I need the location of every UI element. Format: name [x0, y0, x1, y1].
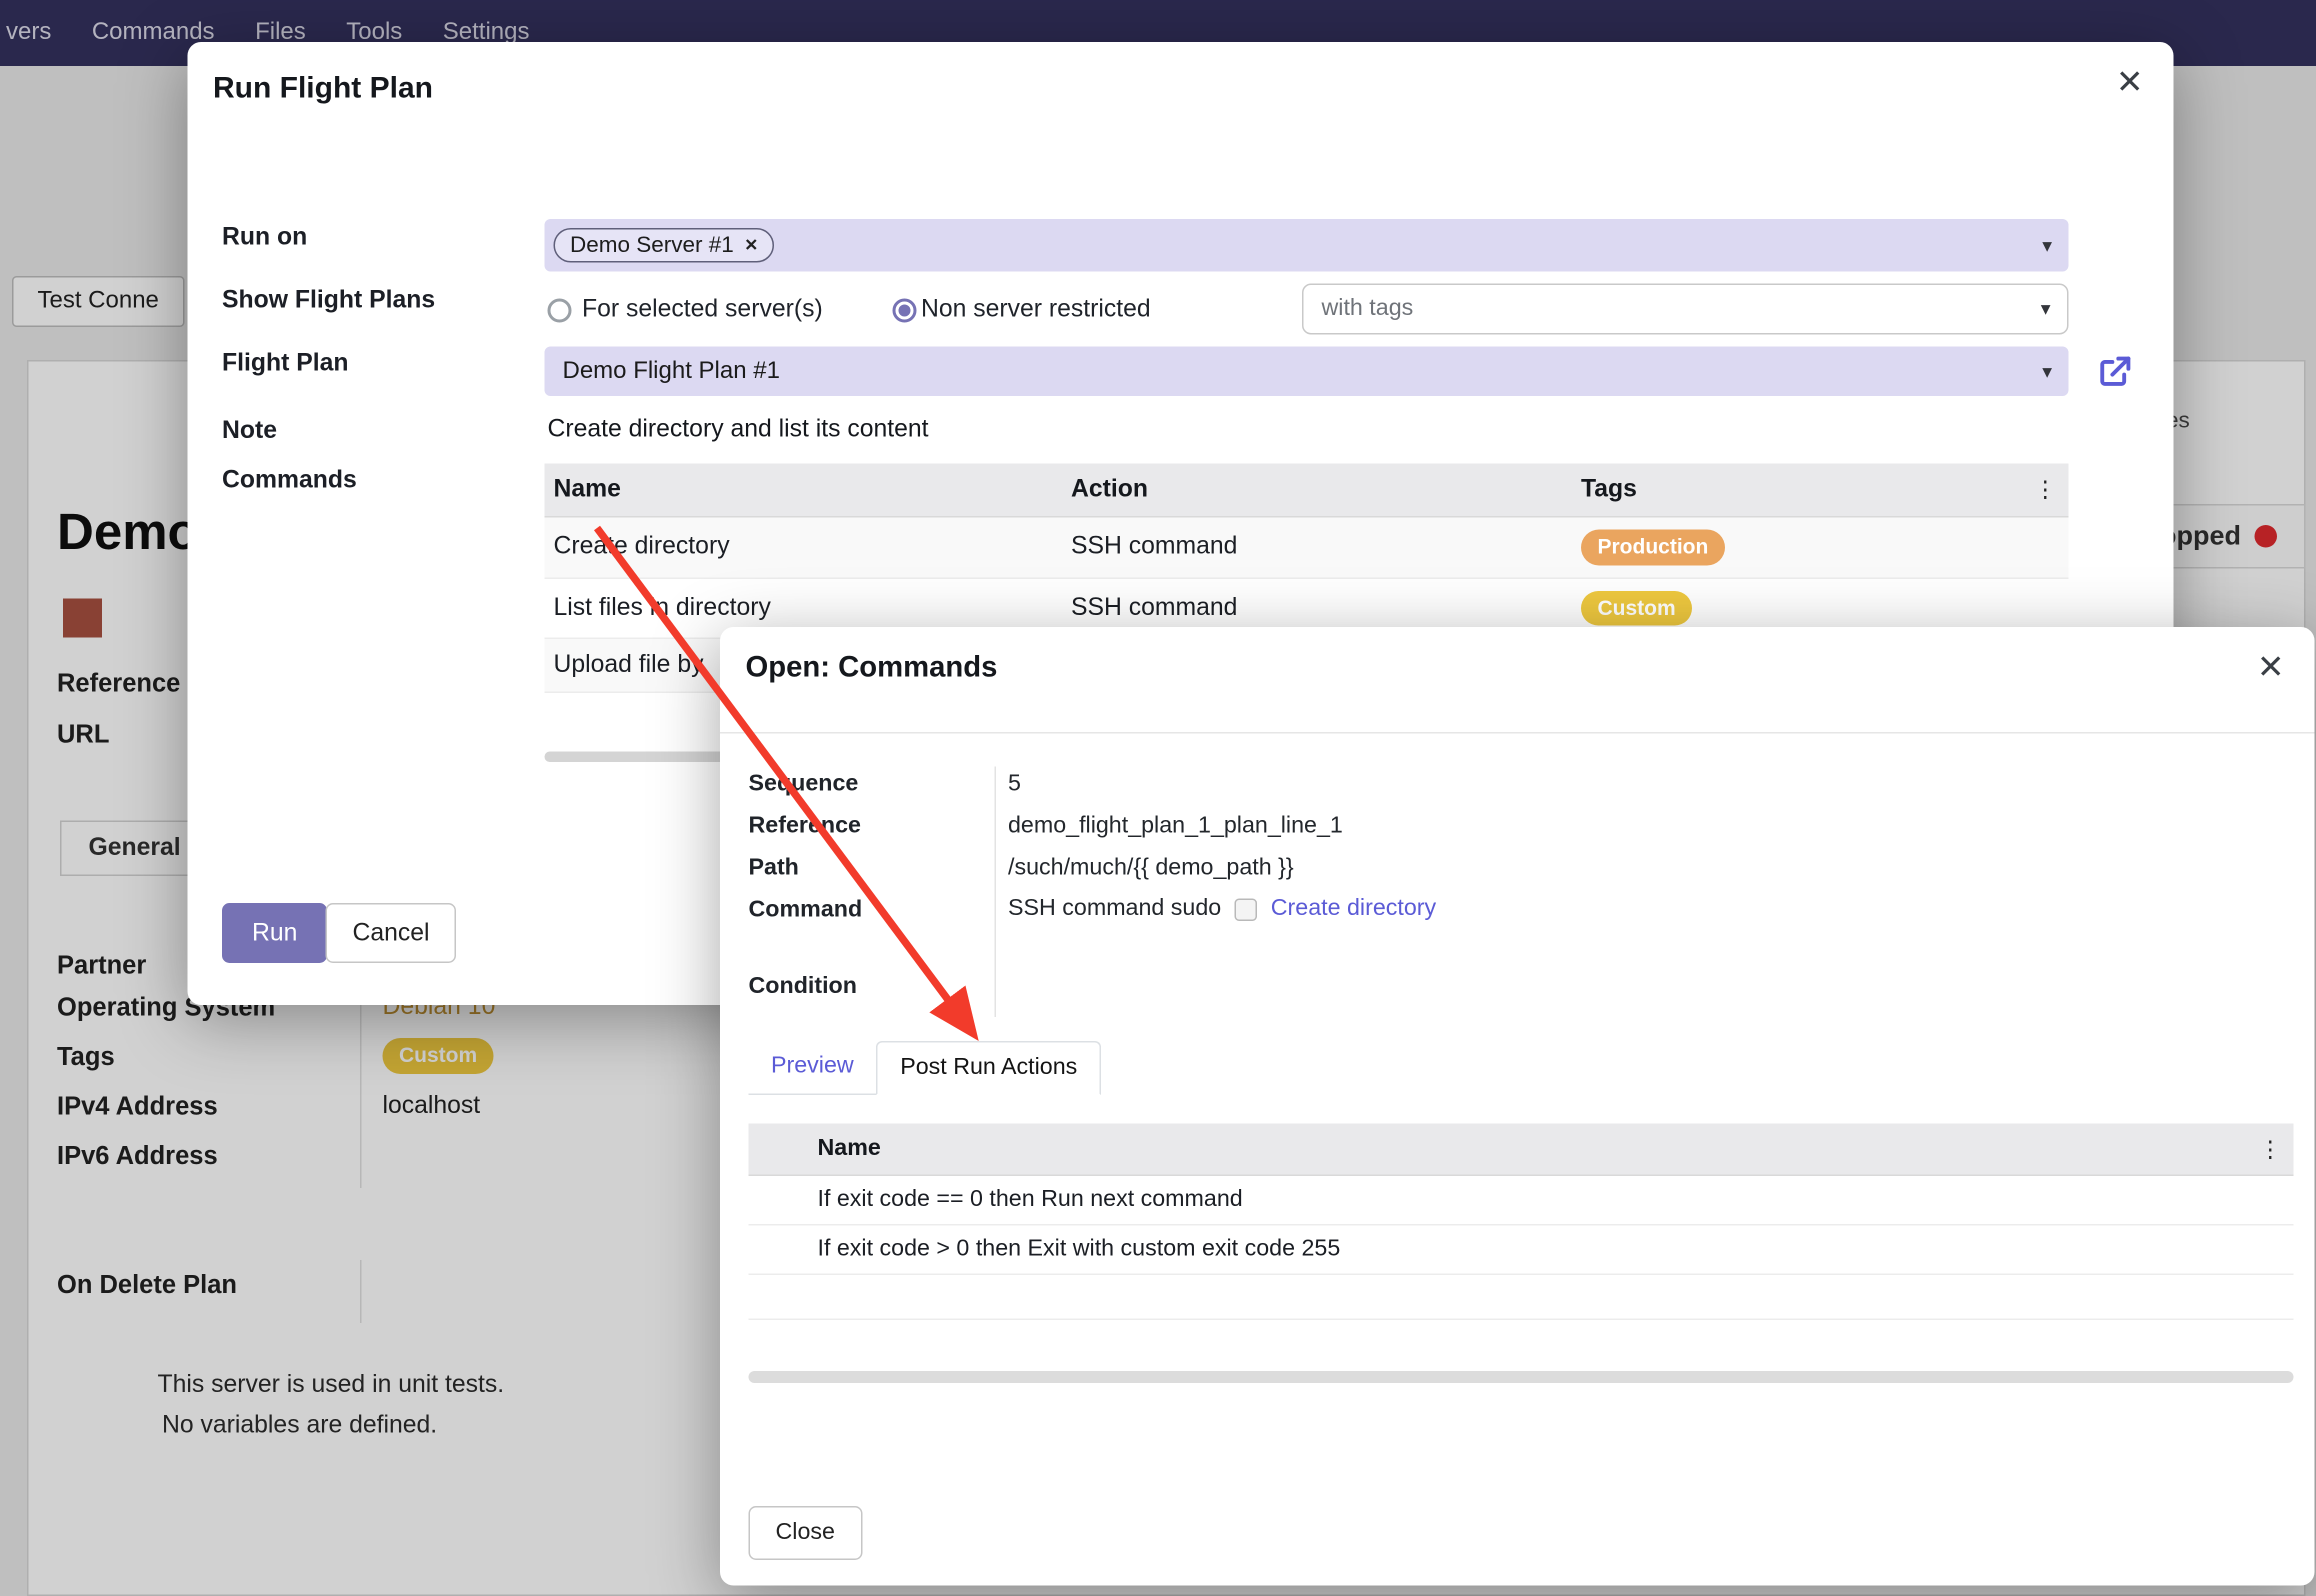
- value-reference: demo_flight_plan_1_plan_line_1: [1008, 813, 1343, 840]
- table-header-row: Name Action Tags ⋮: [545, 464, 2069, 517]
- caret-down-icon: ▾: [2042, 233, 2052, 257]
- cell-checkbox: [749, 1175, 809, 1225]
- command-text: SSH command sudo: [1008, 896, 1221, 923]
- cell-name: If exit code == 0 then Run next command: [809, 1175, 2294, 1225]
- with-tags-placeholder: with tags: [1322, 296, 1414, 323]
- header-divider: [720, 732, 2315, 734]
- cell-name: If exit code > 0 then Exit with custom e…: [809, 1225, 2294, 1275]
- caret-down-icon: ▾: [2041, 297, 2051, 321]
- close-icon[interactable]: ✕: [2116, 66, 2144, 99]
- checkbox-column-header: [749, 1124, 809, 1176]
- caret-down-icon: ▾: [2042, 359, 2052, 383]
- column-header-tags-label: Tags: [1581, 476, 1637, 503]
- post-run-actions-table: Name ⋮ If exit code == 0 then Run next c…: [749, 1124, 2294, 1321]
- cell-name: [809, 1274, 2294, 1319]
- server-tag-pill[interactable]: Demo Server #1 ✕: [554, 228, 775, 263]
- column-header-tags[interactable]: Tags ⋮: [1572, 464, 2069, 517]
- label-condition: Condition: [749, 974, 857, 1001]
- label-sequence: Sequence: [749, 771, 859, 798]
- radio-non-server-restricted[interactable]: [893, 299, 917, 323]
- flight-plan-value: Demo Flight Plan #1: [563, 358, 780, 385]
- command-checkbox[interactable]: [1235, 898, 1258, 921]
- app-window: vers Commands Files Tools Settings Test …: [0, 0, 2316, 1596]
- value-sequence: 5: [1008, 771, 1021, 798]
- table-row[interactable]: If exit code == 0 then Run next command: [749, 1175, 2294, 1225]
- close-button[interactable]: Close: [749, 1506, 862, 1560]
- run-modal-title: Run Flight Plan: [213, 72, 433, 107]
- cell-action: SSH command: [1062, 517, 1572, 578]
- label-path: Path: [749, 855, 799, 882]
- radio-for-selected-servers[interactable]: [548, 299, 572, 323]
- table-row-empty: [749, 1274, 2294, 1319]
- value-path: /such/much/{{ demo_path }}: [1008, 855, 1294, 882]
- label-command: Command: [749, 897, 863, 924]
- flight-plan-select[interactable]: Demo Flight Plan #1 ▾: [545, 347, 2069, 397]
- label-note: Note: [222, 417, 277, 446]
- table-row[interactable]: If exit code > 0 then Exit with custom e…: [749, 1225, 2294, 1275]
- label-run-on: Run on: [222, 224, 307, 253]
- radio-non-server-restricted-label[interactable]: Non server restricted: [921, 296, 1151, 325]
- table-header-row: Name ⋮: [749, 1124, 2294, 1176]
- column-header-action[interactable]: Action: [1062, 464, 1572, 517]
- remove-tag-icon[interactable]: ✕: [744, 236, 758, 256]
- cell-tags: Production: [1572, 517, 2069, 578]
- column-header-name[interactable]: Name ⋮: [809, 1124, 2294, 1176]
- label-reference: Reference: [749, 813, 861, 840]
- server-tag-label: Demo Server #1: [570, 233, 734, 259]
- horizontal-scrollbar[interactable]: [749, 1371, 2294, 1383]
- run-on-select[interactable]: Demo Server #1 ✕ ▾: [545, 219, 2069, 272]
- cell-name: Create directory: [545, 517, 1063, 578]
- tag-badge-custom: Custom: [1581, 590, 1692, 625]
- tab-post-run-actions[interactable]: Post Run Actions: [876, 1041, 1101, 1095]
- close-icon[interactable]: ✕: [2257, 651, 2285, 684]
- label-flight-plan: Flight Plan: [222, 350, 349, 379]
- tag-badge-production: Production: [1581, 530, 1725, 565]
- label-commands: Commands: [222, 467, 357, 496]
- external-link-icon[interactable]: [2096, 351, 2137, 392]
- run-button[interactable]: Run: [222, 903, 327, 963]
- value-command: SSH command sudo Create directory: [1008, 896, 1436, 923]
- kebab-menu-icon[interactable]: ⋮: [2034, 476, 2057, 503]
- column-header-name-label: Name: [818, 1136, 881, 1162]
- with-tags-select[interactable]: with tags ▾: [1302, 284, 2069, 335]
- tab-preview[interactable]: Preview: [749, 1041, 877, 1094]
- open-commands-modal: Open: Commands ✕ Sequence 5 Reference de…: [720, 627, 2315, 1586]
- cancel-button[interactable]: Cancel: [326, 903, 457, 963]
- command-link[interactable]: Create directory: [1271, 896, 1436, 923]
- radio-for-selected-servers-label[interactable]: For selected server(s): [582, 296, 823, 325]
- commands-modal-title: Open: Commands: [746, 651, 998, 686]
- cell-checkbox: [749, 1225, 809, 1275]
- table-row[interactable]: Create directory SSH command Production: [545, 517, 2069, 578]
- label-value-separator: [995, 767, 997, 1018]
- note-value: Create directory and list its content: [548, 416, 929, 445]
- cell-checkbox: [749, 1274, 809, 1319]
- tab-bar: Preview Post Run Actions: [749, 1041, 1102, 1095]
- kebab-menu-icon[interactable]: ⋮: [2259, 1136, 2282, 1163]
- column-header-name[interactable]: Name: [545, 464, 1063, 517]
- label-show-flight-plans: Show Flight Plans: [222, 287, 435, 316]
